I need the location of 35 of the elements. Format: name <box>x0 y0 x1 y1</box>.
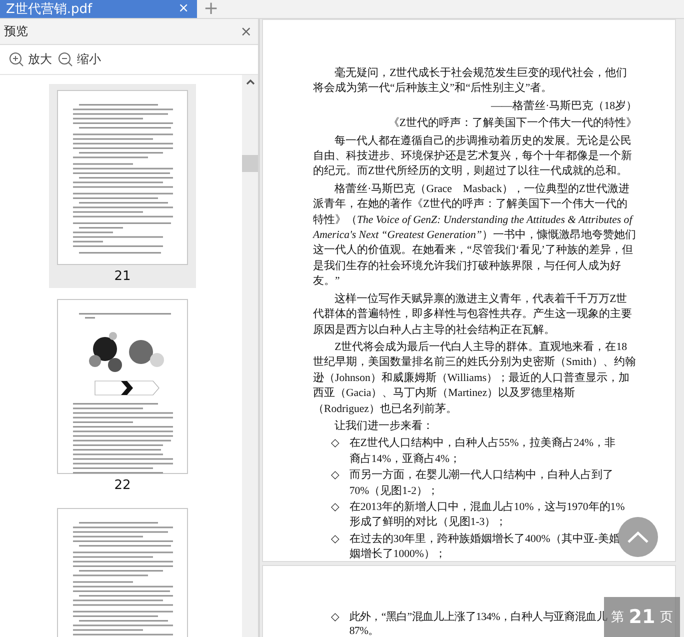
list-item-text: 在2013年的新增人口中，混血儿占10%，这与1970年的1%形成了鲜明的对比（见图1-3）； <box>349 500 625 530</box>
paragraph: 这样一位写作天赋异禀的激进主义青年，代表着千千万万Z世代群体的普遍特性，即多样性与包容性共存。产生这一现象的主要原因是西方以白种人占主导的社会结构正在瓦解。 <box>313 292 633 338</box>
page-label: 第 <box>610 609 624 626</box>
close-button[interactable]: × <box>240 24 252 40</box>
chevron-up-icon <box>627 531 649 543</box>
document-tab[interactable]: Z世代营销.pdf × <box>0 0 197 18</box>
bullet-marker: ◇ <box>331 436 340 452</box>
paragraph: 毫无疑问，Z世代成长于社会规范发生巨变的现代社会，他们将会成为第一代“后种族主义”和“后性别主义”者。 <box>313 66 628 96</box>
quote-attribution: ——格蕾丝·马斯巴克（18岁） <box>490 98 637 114</box>
bullet-marker: ◇ <box>331 500 340 515</box>
zoom-in-button[interactable]: 放大 <box>9 51 52 68</box>
paragraph: 让我们进一步来看： <box>334 418 435 434</box>
paragraph: 格蕾丝·马斯巴克（Grace Masback），一位典型的Z世代激进派青年，在她的著作《Z世代的呼声：了解美国下一个伟大一代的特性》（The Voice of GenZ: Understanding the Attitudes & Attributes of America's Next “Greatest Generation”）一书中，慷慨激昂地夸赞她们这一代人的价值观。在她看来，“尽管我们‘看见’了种族的差异，但是我们生存的社会环境允许我们打破种族界限，与任何人成为好友。” <box>313 182 637 290</box>
page-label: 页 <box>660 609 674 626</box>
list-item-text: 而另一方面，在婴儿潮一代人口结构中，白种人占到了70%（见图1-2）； <box>349 468 614 499</box>
tab-title: Z世代营销.pdf <box>6 1 92 18</box>
paragraph: 每一代人都在遵循自己的步调推动着历史的发展。无论是公民自由、科技进步、环境保护还是艺术复兴，每个十年都像是一个新的纪元。而Z世代所经历的文明，则超过了以往一代成就的总和。 <box>313 134 633 180</box>
page-thumbnail[interactable]: 21 <box>49 84 196 288</box>
zoom-out-icon <box>58 52 73 67</box>
quote-attribution: 《Z世代的呼声：了解美国下一个伟大一代的特性》 <box>387 116 637 132</box>
zoom-out-button[interactable]: 缩小 <box>58 51 101 68</box>
page-thumbnail[interactable]: 22 <box>49 293 196 497</box>
close-tab-button[interactable]: × <box>178 1 189 17</box>
zoom-in-icon <box>9 52 24 67</box>
bullet-marker: ◇ <box>331 610 340 625</box>
list-item-text: 此外，“黑白”混血儿上涨了134%，白种人与亚裔混血儿 87%。 <box>349 610 607 637</box>
scrollbar-thumb[interactable] <box>242 155 258 172</box>
page-number: 21 <box>628 606 656 628</box>
panel-title: 预览 <box>4 23 28 40</box>
bullet-marker: ◇ <box>331 468 340 484</box>
scrollbar[interactable] <box>242 75 258 637</box>
list-item-text: 在Z世代人口结构中，白种人占55%，拉美裔占24%，非裔占14%，亚裔占4%； <box>349 436 616 467</box>
bullet-marker: ◇ <box>331 532 340 547</box>
scroll-up-icon[interactable] <box>246 79 254 85</box>
paragraph: Z世代将会成为最后一代白人主导的群体。直观地来看，在18世纪早期，美国数量排名前三的姓氏分别为史密斯（Smith）、约翰逊（Johnson）和威廉姆斯（Williams）；最近的人口普查显示，加西亚（Gacia）、马丁内斯（Martinez）以及罗德里格斯（Rodriguez）也已名列前茅。 <box>313 340 637 417</box>
